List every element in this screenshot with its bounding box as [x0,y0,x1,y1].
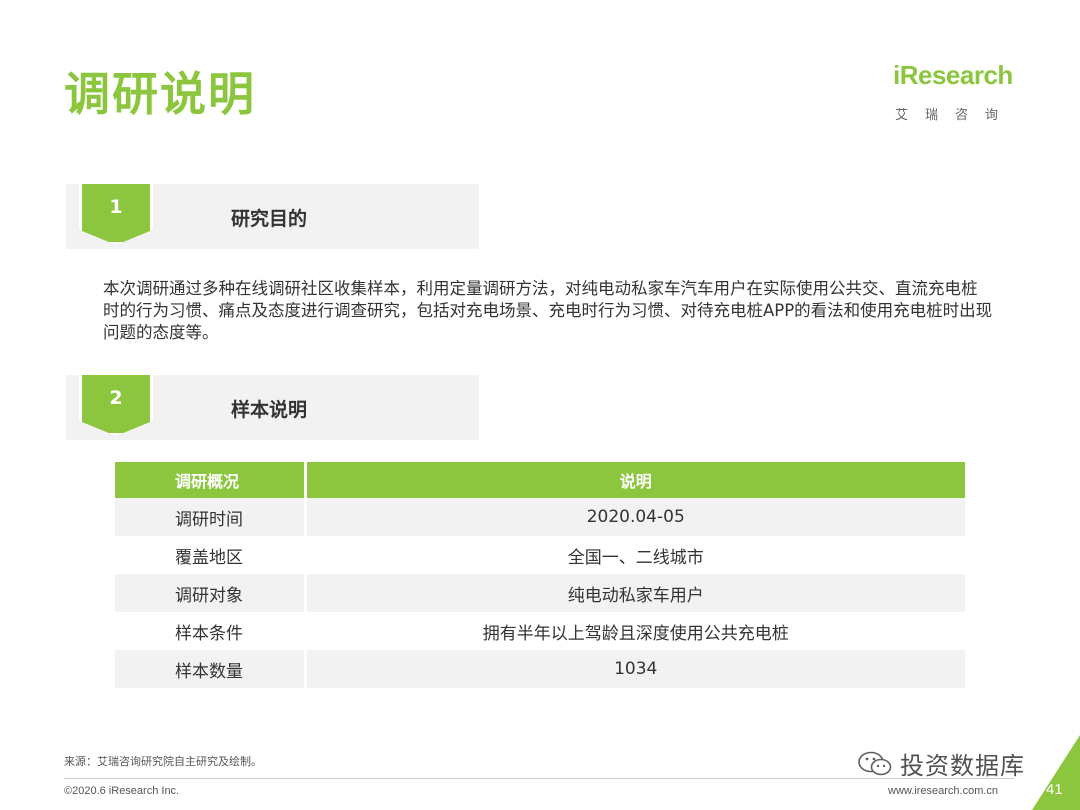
table-cell-item: 调研对象 [115,574,305,612]
logo-subtitle: 艾瑞咨询 [895,108,1016,123]
table-row: 覆盖地区 全国一、二线城市 [115,536,965,574]
wechat-icon [858,751,892,775]
corner-decoration [1032,735,1080,810]
table-header-cell: 说明 [303,462,965,498]
table-cell-item: 调研时间 [115,498,305,536]
section-title: 样本说明 [231,399,308,421]
purpose-paragraph: 本次调研通过多种在线调研社区收集样本，利用定量调研方法，对纯电动私家车汽车用户在… [103,279,993,342]
table-cell-value: 全国一、二线城市 [303,536,965,574]
watermark-text: 投资数据库 [900,752,1025,780]
table-row: 样本条件 拥有半年以上驾龄且深度使用公共充电桩 [115,612,965,650]
table-row: 调研对象 纯电动私家车用户 [115,574,965,612]
watermark: 投资数据库 [858,746,1025,781]
table-cell-value: 拥有半年以上驾龄且深度使用公共充电桩 [303,612,965,650]
source-note: 来源：艾瑞咨询研究院自主研究及绘制。 [64,755,262,768]
section-number-badge: 2 [79,375,153,436]
page-title: 调研说明 [64,67,256,121]
table-cell-item: 样本数量 [115,650,305,688]
section-header-sample: 2 样本说明 [66,375,479,440]
table-cell-value: 1034 [303,650,965,688]
table-row: 调研时间 2020.04-05 [115,498,965,536]
section-number-badge: 1 [79,184,153,245]
table-cell-value: 2020.04-05 [303,498,965,536]
table-cell-item: 样本条件 [115,612,305,650]
section-title: 研究目的 [231,208,308,230]
table-cell-value: 纯电动私家车用户 [303,574,965,612]
sample-table: 调研概况 说明 调研时间 2020.04-05 覆盖地区 全国一、二线城市 调研… [115,462,965,688]
table-cell-item: 覆盖地区 [115,536,305,574]
page-number: 41 [1046,781,1063,798]
iresearch-logo: iResearch 艾瑞咨询 [893,58,1033,128]
section-header-purpose: 1 研究目的 [66,184,479,249]
footer-divider [64,778,1014,779]
website-link[interactable]: www.iresearch.com.cn [888,785,998,797]
table-header-row: 调研概况 说明 [115,462,965,498]
copyright: ©2020.6 iResearch Inc. [64,785,180,797]
table-row: 样本数量 1034 [115,650,965,688]
table-header-cell: 调研概况 [115,462,305,498]
logo-wordmark: iResearch [893,60,1013,90]
